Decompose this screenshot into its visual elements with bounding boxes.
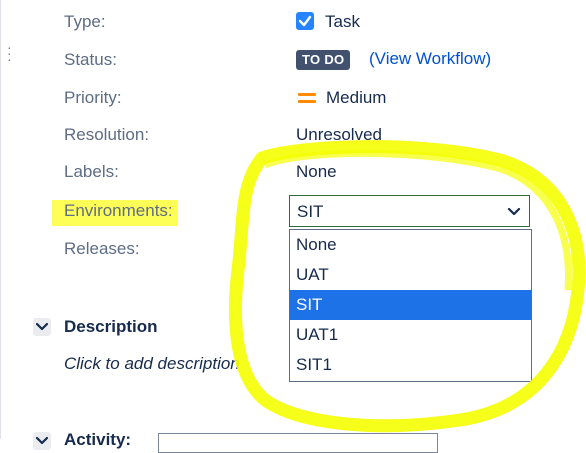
environments-select[interactable]: SIT bbox=[289, 195, 530, 227]
description-placeholder[interactable]: Click to add description bbox=[64, 354, 240, 374]
labels-value[interactable]: None bbox=[296, 162, 337, 182]
labels-label: Labels: bbox=[64, 162, 119, 181]
dropdown-option-none[interactable]: None bbox=[290, 230, 531, 260]
environments-dropdown-list: None UAT SIT UAT1 SIT1 bbox=[289, 229, 532, 382]
type-value[interactable]: Task bbox=[325, 12, 360, 32]
priority-medium-icon bbox=[298, 93, 316, 107]
type-label: Type: bbox=[64, 12, 106, 31]
dropdown-option-sit[interactable]: SIT bbox=[290, 290, 531, 320]
dropdown-option-uat[interactable]: UAT bbox=[290, 260, 531, 290]
dropdown-option-uat1[interactable]: UAT1 bbox=[290, 320, 531, 350]
status-badge[interactable]: TO DO bbox=[296, 50, 351, 70]
resolution-value: Unresolved bbox=[296, 125, 382, 144]
priority-value[interactable]: Medium bbox=[326, 88, 386, 108]
view-workflow-link[interactable]: (View Workflow) bbox=[369, 49, 491, 69]
resolution-label: Resolution: bbox=[64, 125, 150, 144]
left-rail-divider bbox=[0, 0, 1, 439]
activity-heading: Activity: bbox=[64, 430, 132, 449]
environments-selected-value: SIT bbox=[297, 202, 324, 221]
environments-label: Environments: bbox=[64, 201, 173, 220]
checkbox-icon bbox=[296, 12, 314, 30]
chevron-down-icon[interactable] bbox=[507, 204, 521, 224]
activity-collapse-icon[interactable] bbox=[33, 432, 51, 450]
activity-filter-box[interactable] bbox=[158, 433, 438, 453]
releases-label: Releases: bbox=[64, 239, 140, 258]
priority-label: Priority: bbox=[64, 88, 122, 107]
drag-handle-icon[interactable]: · · · bbox=[7, 40, 12, 66]
dropdown-option-sit1[interactable]: SIT1 bbox=[290, 350, 531, 380]
status-label: Status: bbox=[64, 50, 117, 69]
description-heading: Description bbox=[64, 317, 158, 336]
description-collapse-icon[interactable] bbox=[33, 318, 51, 336]
